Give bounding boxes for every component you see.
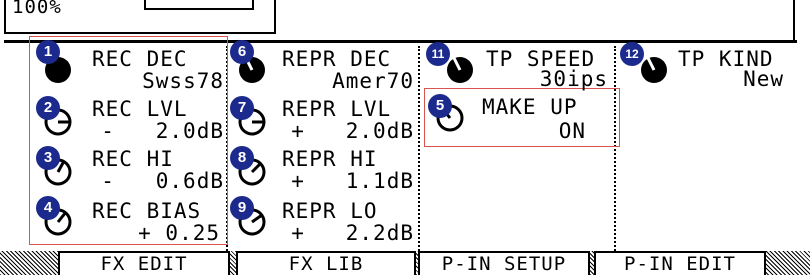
badge-11: 11 — [426, 42, 450, 66]
top-bar — [144, 0, 254, 10]
param-rec-dec[interactable]: REC DEC Swss78 — [36, 44, 226, 94]
repr-dec-value: Amer70 — [332, 69, 414, 93]
rec-dec-value: Swss78 — [142, 69, 224, 93]
param-repr-lvl[interactable]: REPR LVL + 2.0dB — [230, 94, 418, 144]
badge-8: 8 — [230, 146, 254, 170]
tab-p-in-edit[interactable]: P-IN EDIT — [594, 251, 766, 275]
param-rec-lvl[interactable]: REC LVL - 2.0dB — [36, 94, 226, 144]
param-repr-hi[interactable]: REPR HI + 1.1dB — [230, 144, 418, 194]
column-divider — [418, 46, 420, 251]
badge-1: 1 — [36, 40, 60, 64]
param-tp-speed[interactable]: TP SPEED 30ips — [424, 44, 614, 91]
param-repr-dec[interactable]: REPR DEC Amer70 — [230, 44, 418, 94]
param-tp-kind[interactable]: TP KIND New — [618, 44, 794, 91]
tab-fx-edit[interactable]: FX EDIT — [58, 251, 230, 275]
rec-lvl-label: REC LVL — [92, 97, 188, 121]
badge-4: 4 — [36, 196, 60, 220]
tab-p-in-setup[interactable]: P-IN SETUP — [418, 251, 590, 275]
repr-lo-label: REPR LO — [282, 199, 378, 223]
param-rec-hi[interactable]: REC HI - 0.6dB — [36, 144, 226, 194]
screen-frame-right — [793, 0, 795, 40]
tp-speed-value: 30ips — [539, 67, 608, 91]
repr-dec-label: REPR DEC — [282, 47, 392, 71]
top-display: 100% — [4, 0, 276, 34]
repr-lvl-value: + 2.0dB — [291, 119, 414, 143]
repr-hi-value: + 1.1dB — [291, 169, 414, 193]
top-value: 100% — [12, 0, 62, 18]
repr-lvl-label: REPR LVL — [282, 97, 392, 121]
badge-3: 3 — [36, 146, 60, 170]
param-repr-lo[interactable]: REPR LO + 2.2dB — [230, 194, 418, 246]
make-up-label: MAKE UP — [482, 95, 578, 119]
rec-dec-label: REC DEC — [92, 47, 188, 71]
rec-bias-value: + 0.25 — [138, 221, 220, 245]
param-rec-bias[interactable]: REC BIAS + 0.25 — [36, 194, 226, 246]
rec-hi-value: - 0.6dB — [101, 169, 224, 193]
badge-9: 9 — [230, 196, 254, 220]
badge-6: 6 — [230, 40, 254, 64]
badge-2: 2 — [36, 96, 60, 120]
tp-kind-value: New — [743, 67, 784, 91]
tab-fx-lib[interactable]: FX LIB — [236, 251, 416, 275]
repr-lo-value: + 2.2dB — [291, 221, 414, 245]
column-divider — [614, 46, 616, 251]
make-up-value: ON — [558, 119, 586, 143]
badge-12: 12 — [620, 42, 644, 66]
badge-5: 5 — [428, 94, 452, 118]
param-make-up[interactable]: MAKE UP ON — [426, 90, 618, 146]
repr-hi-label: REPR HI — [282, 147, 378, 171]
rec-lvl-value: - 2.0dB — [101, 119, 224, 143]
badge-7: 7 — [230, 96, 254, 120]
rec-bias-label: REC BIAS — [92, 199, 202, 223]
rec-hi-label: REC HI — [92, 147, 174, 171]
